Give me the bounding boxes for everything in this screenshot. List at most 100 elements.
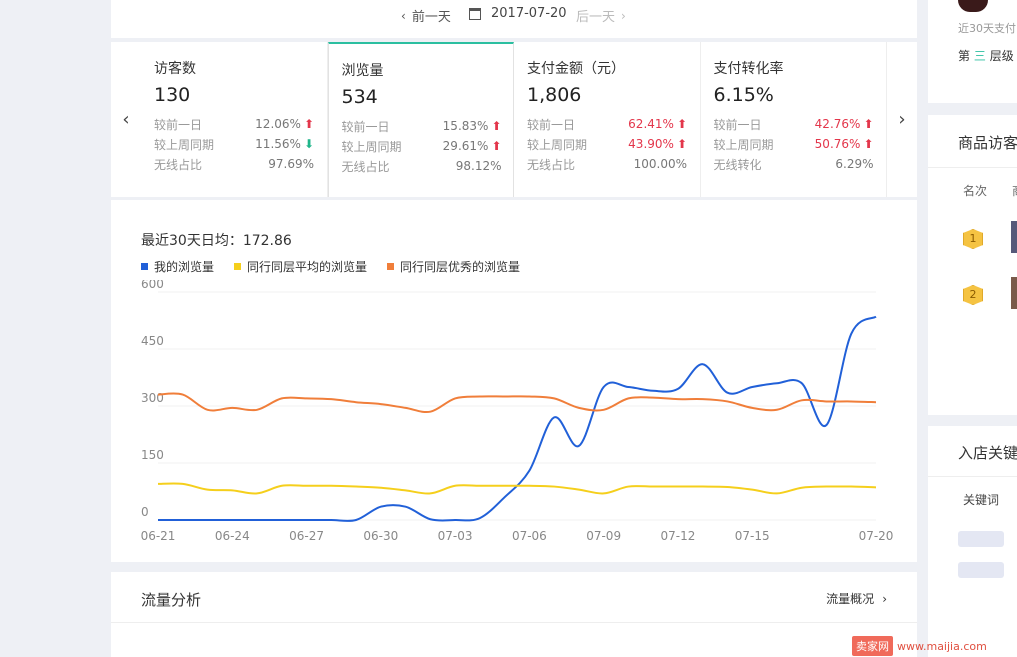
- metric-row-pct: 11.56%: [255, 137, 301, 151]
- metric-row-value: 6.29%: [835, 157, 873, 171]
- current-date: 2017-07-20: [491, 6, 567, 21]
- metric-row-label: 较前一日: [527, 117, 576, 132]
- metric-row-label: 较上周同期: [713, 137, 774, 152]
- metric-row-pct: 15.83%: [442, 119, 489, 133]
- date-picker[interactable]: 2017-07-20: [469, 6, 567, 21]
- metric-row-value: 42.76% ⬆: [815, 117, 874, 131]
- metric-row-label: 较上周同期: [341, 139, 402, 154]
- metric-row: 无线转化 6.29%: [714, 154, 874, 174]
- x-tick-label: 07-15: [735, 529, 770, 543]
- metric-row-label: 较前一日: [713, 117, 762, 132]
- metric-row-value: 11.56% ⬇: [255, 137, 314, 151]
- legend-item[interactable]: 我的浏览量: [141, 258, 214, 275]
- legend-item[interactable]: 同行同层平均的浏览量: [234, 258, 367, 275]
- metric-row: 无线占比 98.12%: [342, 156, 502, 176]
- arrow-up-icon: ⬆: [676, 117, 687, 131]
- metric-title: 支付转化率: [713, 61, 784, 77]
- chart-panel: 最近30天日均：172.86 我的浏览量 同行同层平均的浏览量 同行同层优秀的浏览量…: [111, 200, 917, 562]
- metric-card[interactable]: 浏览量 534 较前一日 15.83% ⬆ 较上周同期 29.61% ⬆ 无线占比 98.12%: [327, 42, 514, 197]
- y-tick-label: 450: [141, 334, 164, 348]
- y-tick-label: 600: [141, 280, 164, 291]
- metric-row-label: 无线占比: [154, 157, 203, 172]
- metric-card[interactable]: 访客数 130 较前一日 12.06% ⬆ 较上周同期 11.56% ⬇ 无线占比 97.69%: [141, 42, 328, 197]
- col-rank: 名次: [963, 184, 988, 198]
- legend-label: 同行同层优秀的浏览量: [400, 260, 521, 274]
- product-table-header: 名次 商: [928, 167, 1017, 207]
- metric-row-pct: 42.76%: [814, 117, 861, 131]
- product-thumbnail[interactable]: [1011, 221, 1017, 253]
- metric-row: 较上周同期 29.61% ⬆: [342, 136, 502, 156]
- shop-summary: 近30天支付 第 三 层级: [928, 0, 1017, 103]
- metric-row-label: 无线占比: [527, 157, 576, 172]
- level-prefix: 第: [958, 49, 971, 63]
- x-tick-label: 07-20: [859, 529, 894, 543]
- metrics-prev-button[interactable]: ‹: [111, 42, 141, 197]
- divider: [111, 622, 917, 623]
- legend-swatch: [234, 263, 242, 270]
- metrics-next-button[interactable]: ›: [887, 42, 917, 197]
- x-tick-label: 06-30: [363, 529, 398, 543]
- metric-value: 534: [341, 86, 378, 108]
- metric-row-pct: 100.00%: [633, 157, 687, 171]
- metric-row-label: 无线占比: [341, 159, 390, 174]
- avatar: [958, 0, 988, 12]
- metric-row-value: 98.12%: [456, 159, 502, 173]
- chevron-right-icon: ›: [898, 109, 906, 130]
- metric-row-value: 97.69%: [268, 157, 314, 171]
- next-day-button[interactable]: 后一天 ›: [576, 6, 626, 26]
- metric-row-value: 62.41% ⬆: [628, 117, 687, 131]
- x-tick-label: 07-03: [438, 529, 473, 543]
- metric-row-pct: 12.06%: [255, 117, 301, 131]
- prev-day-label: 前一天: [411, 10, 451, 25]
- metric-row-label: 较前一日: [154, 117, 203, 132]
- metric-cards: 访客数 130 较前一日 12.06% ⬆ 较上周同期 11.56% ⬇ 无线占比 97.69% 浏…: [141, 42, 887, 197]
- metric-row-value: 29.61% ⬆: [443, 139, 502, 153]
- chevron-left-icon: ‹: [401, 8, 406, 23]
- prev-day-button[interactable]: ‹ 前一天: [401, 6, 451, 26]
- metric-row-value: 12.06% ⬆: [255, 117, 314, 131]
- summary-subtext: 近30天支付: [958, 22, 1016, 35]
- avg-text: 最近30天日均：172.86: [141, 233, 292, 249]
- col-keyword: 关键词: [963, 493, 1000, 507]
- date-bar: ‹ 前一天 2017-07-20 后一天 ›: [111, 0, 917, 38]
- metric-row-pct: 43.90%: [628, 137, 674, 151]
- metric-row: 较前一日 12.06% ⬆: [154, 114, 314, 134]
- metric-row-value: 15.83% ⬆: [443, 119, 502, 133]
- y-tick-label: 0: [141, 505, 149, 519]
- metric-card[interactable]: 支付转化率 6.15% 较前一日 42.76% ⬆ 较上周同期 50.76% ⬆ 无线转化 6.2…: [701, 42, 887, 197]
- keyword-panel: 入店关键 关键词: [928, 426, 1017, 657]
- rank-badge: 2: [963, 285, 983, 305]
- arrow-up-icon: ⬆: [491, 119, 502, 133]
- watermark-url: www.maijia.com: [897, 639, 987, 653]
- arrow-up-icon: ⬆: [303, 117, 314, 131]
- metric-row-pct: 98.12%: [455, 159, 502, 173]
- metric-row-label: 无线转化: [713, 157, 762, 172]
- x-tick-label: 07-09: [586, 529, 621, 543]
- x-tick-label: 07-06: [512, 529, 547, 543]
- metric-title: 支付金额（元）: [527, 61, 625, 77]
- legend-item[interactable]: 同行同层优秀的浏览量: [387, 258, 520, 275]
- watermark-logo: 卖家网: [852, 636, 893, 656]
- arrow-up-icon: ⬆: [863, 117, 874, 131]
- arrow-up-icon: ⬆: [863, 137, 874, 151]
- chevron-right-icon: ›: [882, 591, 887, 606]
- flow-title: 流量分析: [141, 591, 202, 609]
- metric-title: 访客数: [154, 61, 196, 77]
- metrics-panel: ‹ 访客数 130 较前一日 12.06% ⬆ 较上周同期 11.56% ⬇ 无线占比 97.69…: [111, 42, 917, 197]
- flow-link-label: 流量概况: [826, 592, 875, 606]
- metric-title: 浏览量: [341, 63, 384, 79]
- x-tick-label: 07-12: [660, 529, 695, 543]
- product-thumbnail[interactable]: [1011, 277, 1017, 309]
- metric-row-value: 100.00%: [634, 157, 687, 171]
- metric-row: 较前一日 62.41% ⬆: [527, 114, 687, 134]
- flow-overview-link[interactable]: 流量概况 ›: [826, 590, 887, 607]
- metric-row: 较前一日 15.83% ⬆: [342, 116, 502, 136]
- series-line-1: [157, 482, 877, 495]
- divider: [928, 476, 1017, 477]
- flow-panel: 流量分析 流量概况 ›: [111, 572, 917, 657]
- level-number: 三: [973, 49, 986, 63]
- metric-row-label: 较前一日: [341, 119, 390, 134]
- series-line-2: [157, 392, 877, 414]
- level-text: 第 三 层级: [958, 47, 1014, 64]
- metric-card[interactable]: 支付金额（元） 1,806 较前一日 62.41% ⬆ 较上周同期 43.90% ⬆ 无线占比 1…: [514, 42, 701, 197]
